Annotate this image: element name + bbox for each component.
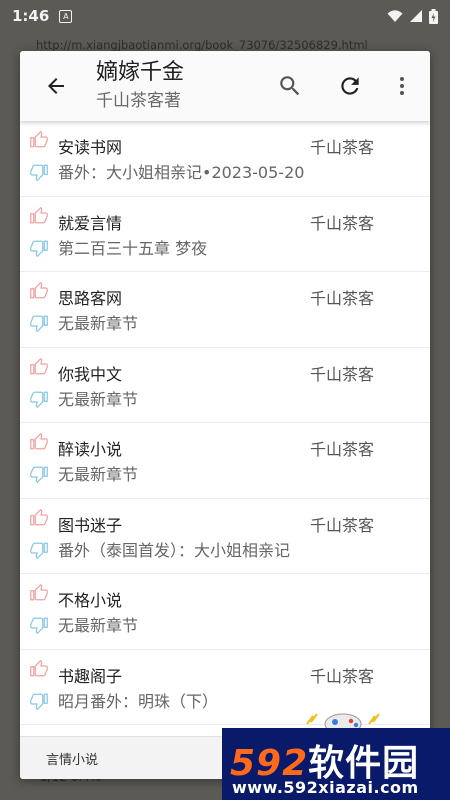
more-options-button[interactable]: [386, 70, 418, 102]
source-latest-chapter: 番外（泰国首发）：大小姐相亲记: [58, 540, 291, 560]
source-latest-chapter: 无最新章节: [58, 314, 139, 333]
source-name: 你我中文: [58, 364, 123, 384]
arrow-back-icon: [48, 78, 64, 94]
book-author: 千山茶客著: [96, 91, 181, 111]
thumb-up-icon[interactable]: [30, 508, 48, 527]
source-latest-chapter: 番外：大小姐相亲记•2023-05-20: [58, 163, 305, 182]
footer-category-label: 言情小说: [46, 753, 99, 768]
refresh-button[interactable]: [334, 70, 366, 102]
source-row[interactable]: 思路客网 千山茶客 无最新章节: [20, 272, 430, 348]
source-name: 就爱言情: [58, 213, 123, 233]
wifi-icon: [387, 10, 403, 22]
source-author: 千山茶客: [310, 289, 375, 308]
thumb-down-icon[interactable]: [30, 541, 48, 559]
source-name: 思路客网: [58, 289, 123, 308]
source-latest-chapter: 昭月番外：明珠（下）: [58, 691, 219, 711]
source-name: 图书迷子: [58, 515, 123, 535]
source-name: 安读书网: [58, 138, 123, 157]
source-row[interactable]: 醉读小说 千山茶客 无最新章节: [20, 423, 430, 499]
thumb-up-icon[interactable]: [30, 584, 48, 602]
background-page-url: http://m.xiangjbaotianmi.org/book_73076/…: [36, 38, 368, 52]
thumb-down-icon[interactable]: [30, 163, 48, 181]
source-latest-chapter: 无最新章节: [58, 465, 139, 484]
thumb-up-icon[interactable]: [30, 282, 48, 300]
cellular-icon: [410, 10, 422, 22]
source-name: 醉读小说: [58, 440, 123, 459]
thumb-down-icon[interactable]: [30, 314, 48, 332]
source-author: 千山茶客: [310, 666, 375, 686]
thumb-down-icon[interactable]: [30, 390, 48, 408]
site-watermark: 592软件园 www.592xiazai.com: [222, 728, 450, 800]
search-icon: [280, 76, 300, 96]
source-row[interactable]: 安读书网 千山茶客 番外：大小姐相亲记•2023-05-20: [20, 121, 430, 197]
notification-app-icon: A: [59, 9, 73, 23]
status-bar: 1:46 A: [0, 0, 450, 32]
thumb-up-icon[interactable]: [30, 357, 48, 376]
battery-icon: [429, 8, 438, 24]
thumb-down-icon[interactable]: [30, 239, 48, 257]
thumb-down-icon[interactable]: [30, 616, 48, 634]
source-author: 千山茶客: [310, 213, 375, 233]
dialog-toolbar: 嫡嫁千金 千山茶客著: [20, 51, 430, 121]
back-button[interactable]: [40, 70, 72, 102]
source-latest-chapter: 无最新章节: [58, 389, 139, 409]
refresh-icon: [341, 77, 359, 95]
source-name: 不格小说: [58, 591, 123, 610]
watermark-url: www.592xiazai.com: [232, 778, 419, 797]
thumb-up-icon[interactable]: [30, 206, 48, 225]
source-list: 安读书网 千山茶客 番外：大小姐相亲记•2023-05-20 就爱言情 千山茶客…: [20, 121, 430, 725]
source-row[interactable]: 就爱言情 千山茶客 第二百三十五章 梦夜: [20, 197, 430, 272]
book-title: 嫡嫁千金: [96, 60, 185, 85]
source-author: 千山茶客: [310, 440, 375, 459]
search-button[interactable]: [274, 70, 306, 102]
source-author: 千山茶客: [310, 364, 375, 384]
source-author: 千山茶客: [310, 515, 375, 535]
more-vert-icon: [400, 77, 404, 95]
status-time: 1:46: [12, 7, 50, 25]
change-source-dialog: 嫡嫁千金 千山茶客著 安读书网 千山茶客 番外：大小姐相亲记•2023-05-2…: [20, 51, 430, 779]
source-name: 书趣阁子: [58, 666, 123, 686]
source-row[interactable]: 图书迷子 千山茶客 番外（泰国首发）：大小姐相亲记: [20, 499, 430, 574]
source-author: 千山茶客: [310, 138, 375, 157]
source-row[interactable]: 你我中文 千山茶客 无最新章节: [20, 348, 430, 423]
source-row[interactable]: 不格小说 无最新章节: [20, 574, 430, 650]
thumb-down-icon[interactable]: [30, 465, 48, 483]
thumb-up-icon[interactable]: [30, 433, 48, 451]
source-latest-chapter: 第二百三十五章 梦夜: [58, 238, 208, 258]
source-latest-chapter: 无最新章节: [58, 616, 139, 635]
thumb-up-icon[interactable]: [30, 131, 48, 149]
thumb-up-icon[interactable]: [30, 659, 48, 678]
thumb-down-icon[interactable]: [30, 692, 48, 710]
